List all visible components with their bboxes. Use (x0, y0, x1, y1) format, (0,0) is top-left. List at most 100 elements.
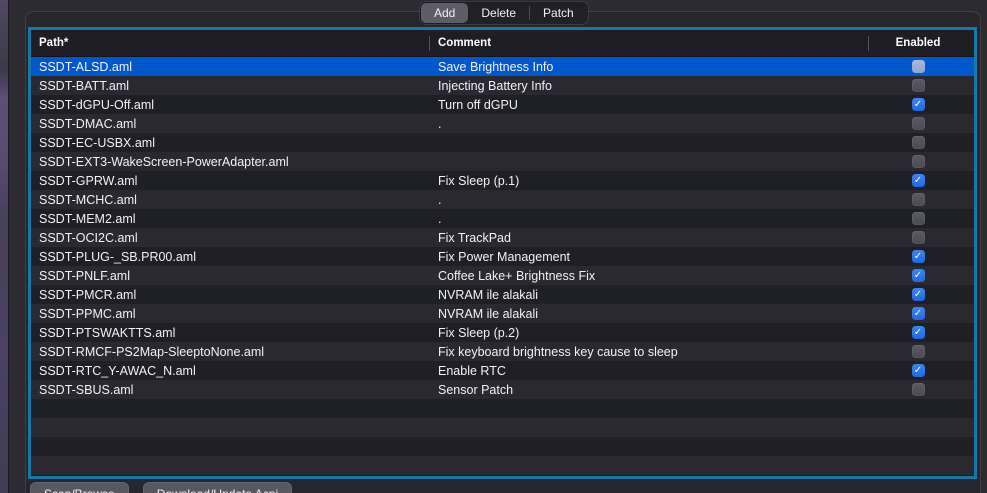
desktop-wallpaper-strip (0, 0, 9, 493)
path-cell: SSDT-BATT.aml (31, 79, 430, 93)
enabled-cell (868, 174, 968, 187)
enabled-cell (868, 193, 968, 206)
enabled-checkbox[interactable] (912, 250, 925, 263)
column-header-enabled[interactable]: Enabled (868, 37, 968, 49)
empty-row (31, 418, 974, 437)
enabled-checkbox[interactable] (912, 364, 925, 377)
comment-cell: . (430, 212, 868, 226)
enabled-checkbox[interactable] (912, 288, 925, 301)
enabled-cell (868, 345, 968, 358)
table-row[interactable]: SSDT-PPMC.amlNVRAM ile alakali (31, 304, 974, 323)
empty-row (31, 437, 974, 456)
enabled-cell (868, 117, 968, 130)
column-header-comment[interactable]: Comment (430, 37, 868, 49)
comment-cell: NVRAM ile alakali (430, 288, 868, 302)
enabled-checkbox[interactable] (912, 155, 925, 168)
path-cell: SSDT-PMCR.aml (31, 288, 430, 302)
enabled-cell (868, 326, 968, 339)
table-row[interactable]: SSDT-PTSWAKTTS.amlFix Sleep (p.2) (31, 323, 974, 342)
comment-cell: Enable RTC (430, 364, 868, 378)
table-row[interactable]: SSDT-EC-USBX.aml (31, 133, 974, 152)
enabled-cell (868, 155, 968, 168)
enabled-checkbox[interactable] (912, 231, 925, 244)
enabled-checkbox[interactable] (912, 136, 925, 149)
table-row[interactable]: SSDT-OCI2C.amlFix TrackPad (31, 228, 974, 247)
enabled-cell (868, 136, 968, 149)
comment-cell: . (430, 117, 868, 131)
table-row[interactable]: SSDT-MEM2.aml. (31, 209, 974, 228)
enabled-cell (868, 288, 968, 301)
comment-cell: Fix TrackPad (430, 231, 868, 245)
path-cell: SSDT-SBUS.aml (31, 383, 430, 397)
enabled-cell (868, 231, 968, 244)
enabled-checkbox[interactable] (912, 307, 925, 320)
window: AddDeletePatch Path* Comment Enabled SSD… (0, 0, 987, 493)
tab-patch[interactable]: Patch (530, 3, 587, 23)
table-row[interactable]: SSDT-ALSD.amlSave Brightness Info (31, 57, 974, 76)
table-row[interactable]: SSDT-PNLF.amlCoffee Lake+ Brightness Fix (31, 266, 974, 285)
enabled-cell (868, 98, 968, 111)
table-row[interactable]: SSDT-RMCF-PS2Map-SleeptoNone.amlFix keyb… (31, 342, 974, 361)
path-cell: SSDT-GPRW.aml (31, 174, 430, 188)
column-divider (868, 36, 869, 51)
enabled-cell (868, 364, 968, 377)
table-row[interactable]: SSDT-GPRW.amlFix Sleep (p.1) (31, 171, 974, 190)
enabled-checkbox[interactable] (912, 60, 925, 73)
comment-cell: Turn off dGPU (430, 98, 868, 112)
tab-delete[interactable]: Delete (468, 3, 529, 23)
comment-cell: Sensor Patch (430, 383, 868, 397)
tab-add[interactable]: Add (421, 3, 468, 23)
enabled-checkbox[interactable] (912, 269, 925, 282)
download-update-acpi-button[interactable]: Download/Update Acpi (143, 482, 292, 493)
empty-row (31, 399, 974, 418)
comment-cell: Coffee Lake+ Brightness Fix (430, 269, 868, 283)
enabled-checkbox[interactable] (912, 383, 925, 396)
table-row[interactable]: SSDT-RTC_Y-AWAC_N.amlEnable RTC (31, 361, 974, 380)
enabled-checkbox[interactable] (912, 212, 925, 225)
table-row[interactable]: SSDT-BATT.amlInjecting Battery Info (31, 76, 974, 95)
table-row[interactable]: SSDT-DMAC.aml. (31, 114, 974, 133)
comment-cell: Fix keyboard brightness key cause to sle… (430, 345, 868, 359)
enabled-cell (868, 212, 968, 225)
comment-cell: Save Brightness Info (430, 60, 868, 74)
table-row[interactable]: SSDT-EXT3-WakeScreen-PowerAdapter.aml (31, 152, 974, 171)
enabled-checkbox[interactable] (912, 174, 925, 187)
acpi-patch-table: Path* Comment Enabled SSDT-ALSD.amlSave … (28, 27, 977, 479)
enabled-checkbox[interactable] (912, 326, 925, 339)
path-cell: SSDT-dGPU-Off.aml (31, 98, 430, 112)
path-cell: SSDT-OCI2C.aml (31, 231, 430, 245)
table-row[interactable]: SSDT-PLUG-_SB.PR00.amlFix Power Manageme… (31, 247, 974, 266)
enabled-checkbox[interactable] (912, 98, 925, 111)
column-header-path[interactable]: Path* (31, 37, 430, 49)
scan-browse-button[interactable]: Scan/Browse (30, 482, 129, 493)
enabled-checkbox[interactable] (912, 193, 925, 206)
comment-cell: NVRAM ile alakali (430, 307, 868, 321)
enabled-cell (868, 250, 968, 263)
path-cell: SSDT-EC-USBX.aml (31, 136, 430, 150)
path-cell: SSDT-PTSWAKTTS.aml (31, 326, 430, 340)
path-cell: SSDT-MCHC.aml (31, 193, 430, 207)
path-cell: SSDT-PPMC.aml (31, 307, 430, 321)
enabled-cell (868, 60, 968, 73)
path-cell: SSDT-RMCF-PS2Map-SleeptoNone.aml (31, 345, 430, 359)
comment-cell: Fix Sleep (p.2) (430, 326, 868, 340)
comment-cell: Fix Power Management (430, 250, 868, 264)
path-cell: SSDT-ALSD.aml (31, 60, 430, 74)
table-header: Path* Comment Enabled (31, 30, 974, 57)
enabled-checkbox[interactable] (912, 345, 925, 358)
enabled-cell (868, 383, 968, 396)
table-row[interactable]: SSDT-dGPU-Off.amlTurn off dGPU (31, 95, 974, 114)
path-cell: SSDT-EXT3-WakeScreen-PowerAdapter.aml (31, 155, 430, 169)
path-cell: SSDT-RTC_Y-AWAC_N.aml (31, 364, 430, 378)
path-cell: SSDT-DMAC.aml (31, 117, 430, 131)
enabled-cell (868, 307, 968, 320)
table-row[interactable]: SSDT-MCHC.aml. (31, 190, 974, 209)
enabled-checkbox[interactable] (912, 117, 925, 130)
table-row[interactable]: SSDT-SBUS.amlSensor Patch (31, 380, 974, 399)
bottom-button-bar: Scan/Browse Download/Update Acpi (30, 482, 292, 493)
comment-cell: Injecting Battery Info (430, 79, 868, 93)
table-row[interactable]: SSDT-PMCR.amlNVRAM ile alakali (31, 285, 974, 304)
comment-cell: Fix Sleep (p.1) (430, 174, 868, 188)
enabled-checkbox[interactable] (912, 79, 925, 92)
tab-bar: AddDeletePatch (419, 1, 589, 25)
